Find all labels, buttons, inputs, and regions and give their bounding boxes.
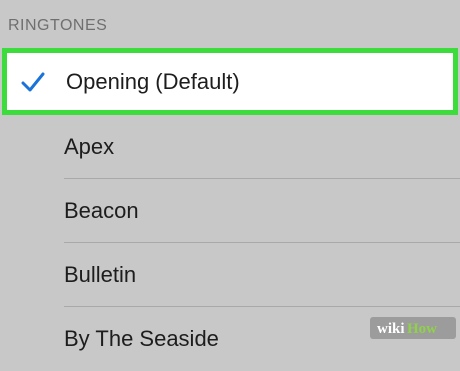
ringtone-label: By The Seaside (64, 326, 219, 351)
ringtone-label: Bulletin (64, 262, 137, 287)
checkmark-icon (21, 72, 45, 91)
ringtone-row-beacon[interactable]: Beacon (0, 179, 460, 243)
ringtone-row-bulletin[interactable]: Bulletin (0, 243, 460, 307)
svg-text:How: How (407, 321, 437, 336)
ringtone-label: Opening (Default) (66, 68, 240, 94)
ringtone-label: Beacon (64, 198, 139, 223)
svg-text:wiki: wiki (377, 321, 405, 336)
ringtone-label: Apex (64, 134, 115, 159)
section-header-ringtones: RINGTONES (8, 17, 108, 34)
wikihow-watermark: wiki How (370, 317, 456, 339)
ringtone-row-opening[interactable]: Opening (Default) (2, 48, 458, 115)
ringtone-row-apex[interactable]: Apex (0, 115, 460, 179)
wikihow-logo-icon: wiki How (377, 321, 437, 336)
